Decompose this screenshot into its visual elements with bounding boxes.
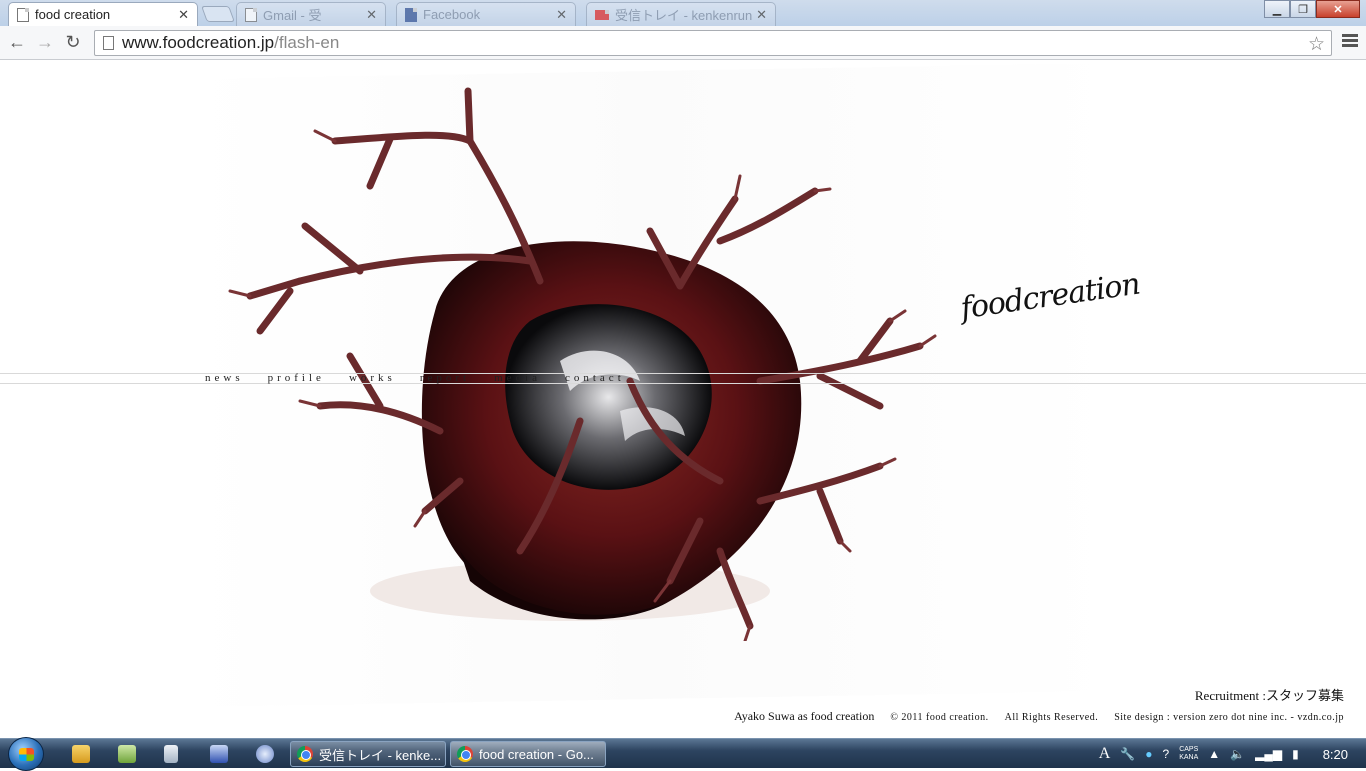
taskbar-item-food-creation[interactable]: food creation - Go... bbox=[450, 741, 606, 767]
mail-icon bbox=[595, 9, 609, 20]
url-path: /flash-en bbox=[274, 33, 340, 52]
url-host: www.foodcreation.jp bbox=[122, 33, 275, 52]
monitor-icon[interactable] bbox=[210, 745, 228, 763]
libraries-icon[interactable] bbox=[118, 745, 136, 763]
site-design-credit[interactable]: Site design : version zero dot nine inc.… bbox=[1114, 712, 1344, 723]
taskbar: 受信トレイ - kenke... food creation - Go... A… bbox=[0, 737, 1366, 771]
window-controls: ▁ ❐ ✕ bbox=[1264, 0, 1360, 18]
close-tab-icon[interactable]: ✕ bbox=[178, 7, 189, 23]
page-icon bbox=[103, 36, 114, 50]
menu-icon[interactable] bbox=[1342, 34, 1358, 49]
new-tab-button[interactable] bbox=[201, 6, 235, 22]
tab-food-creation[interactable]: food creation ✕ bbox=[8, 2, 198, 26]
page-icon bbox=[245, 7, 257, 22]
taskbar-item-label: food creation - Go... bbox=[479, 746, 594, 762]
network-status-icon[interactable]: ● bbox=[1145, 747, 1152, 761]
system-tray: A 🔧 ● ? CAPS KANA ▲ 🔈 ▂▄▆ ▮ 8:20 bbox=[1099, 739, 1366, 769]
bookmark-star-icon[interactable]: ☆ bbox=[1308, 33, 1325, 56]
address-bar[interactable]: www.foodcreation.jp/flash-en ☆ bbox=[94, 30, 1332, 56]
start-button[interactable] bbox=[8, 737, 44, 771]
page-content: news profile works report media contact … bbox=[0, 61, 1366, 738]
show-hidden-icons[interactable]: ▲ bbox=[1208, 747, 1220, 761]
tools-icon[interactable]: 🔧 bbox=[1120, 747, 1135, 761]
reload-icon[interactable]: ↻ bbox=[62, 31, 84, 53]
power-icon[interactable]: ▮ bbox=[1292, 747, 1299, 761]
back-icon[interactable]: ← bbox=[6, 31, 28, 53]
taskbar-item-inbox[interactable]: 受信トレイ - kenke... bbox=[290, 741, 446, 767]
nav-profile[interactable]: profile bbox=[268, 372, 325, 384]
nav-works[interactable]: works bbox=[349, 372, 396, 384]
nav-contact[interactable]: contact bbox=[565, 372, 625, 384]
help-icon[interactable]: ? bbox=[1163, 747, 1170, 761]
signal-icon[interactable]: ▂▄▆ bbox=[1255, 747, 1282, 761]
tab-title: Facebook bbox=[423, 7, 481, 22]
food-sculpture-image bbox=[228, 87, 937, 641]
facebook-icon bbox=[405, 7, 417, 22]
ime-icon[interactable]: A bbox=[1099, 745, 1111, 763]
chrome-icon bbox=[457, 746, 473, 762]
browser-toolbar: ← → ↻ www.foodcreation.jp/flash-en ☆ bbox=[0, 26, 1366, 60]
maximize-button[interactable]: ❐ bbox=[1290, 0, 1316, 18]
browser-titlebar: food creation ✕ Gmail - 受 ✕ Facebook ✕ 受… bbox=[0, 0, 1366, 26]
caps-kana-indicator: CAPS KANA bbox=[1179, 746, 1199, 761]
minimize-button[interactable]: ▁ bbox=[1264, 0, 1290, 18]
close-tab-icon[interactable]: ✕ bbox=[756, 7, 767, 23]
tab-inbox[interactable]: 受信トレイ - kenkenrunrun ✕ bbox=[586, 2, 776, 26]
chrome-icon bbox=[297, 746, 313, 762]
author-credit: Ayako Suwa as food creation bbox=[734, 709, 875, 723]
forward-icon[interactable]: → bbox=[34, 31, 56, 53]
nav-news[interactable]: news bbox=[205, 372, 244, 384]
nav-report[interactable]: report bbox=[420, 372, 470, 384]
taskbar-item-label: 受信トレイ - kenke... bbox=[319, 747, 442, 763]
site-nav: news profile works report media contact bbox=[205, 372, 625, 384]
explorer-icon[interactable] bbox=[72, 745, 90, 763]
footer: Ayako Suwa as food creation © 2011 food … bbox=[734, 709, 1344, 724]
clock[interactable]: 8:20 bbox=[1323, 747, 1348, 762]
copyright: © 2011 food creation. bbox=[890, 712, 989, 723]
globe-icon[interactable] bbox=[256, 745, 274, 763]
nav-media[interactable]: media bbox=[494, 372, 541, 384]
tab-title: Gmail - 受 bbox=[263, 8, 322, 23]
tab-facebook[interactable]: Facebook ✕ bbox=[396, 2, 576, 26]
page-icon bbox=[17, 7, 29, 22]
rights: All Rights Reserved. bbox=[1004, 712, 1099, 723]
tab-title: 受信トレイ - kenkenrunrun bbox=[615, 8, 753, 23]
volume-icon[interactable]: 🔈 bbox=[1230, 747, 1245, 761]
tab-title: food creation bbox=[35, 7, 111, 22]
recruitment-link[interactable]: Recruitment :スタッフ募集 bbox=[1195, 685, 1344, 704]
close-tab-icon[interactable]: ✕ bbox=[556, 7, 567, 23]
close-window-button[interactable]: ✕ bbox=[1316, 0, 1360, 18]
calculator-icon[interactable] bbox=[164, 745, 178, 763]
tab-gmail[interactable]: Gmail - 受 ✕ bbox=[236, 2, 386, 26]
close-tab-icon[interactable]: ✕ bbox=[366, 7, 377, 23]
